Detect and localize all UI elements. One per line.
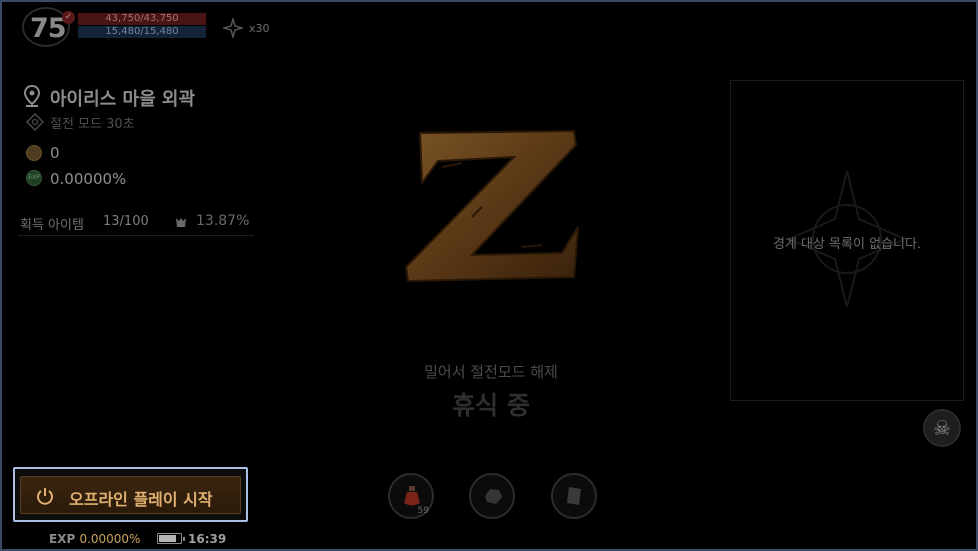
battery-fill bbox=[159, 535, 176, 542]
level-indicator[interactable]: 75 ✓ bbox=[22, 7, 75, 47]
potion-icon bbox=[401, 485, 423, 507]
crosshair-icon bbox=[221, 16, 245, 40]
offline-play-frame: 오프라인 플레이 시작 bbox=[13, 467, 248, 522]
coin-icon bbox=[26, 145, 42, 161]
game-screen: 75 ✓ 43,750/43,750 15,480/15,480 x30 아이리… bbox=[0, 0, 978, 551]
quick-slot-stone[interactable] bbox=[469, 473, 515, 519]
power-save-icon bbox=[25, 112, 45, 132]
skull-button[interactable]: ☠ bbox=[923, 409, 961, 447]
offline-play-button[interactable]: 오프라인 플레이 시작 bbox=[20, 476, 241, 514]
hp-bar: 43,750/43,750 bbox=[78, 13, 206, 25]
game-logo bbox=[402, 127, 582, 287]
battery-icon bbox=[157, 533, 185, 544]
acquired-items-count: 13/100 bbox=[103, 214, 149, 229]
power-icon bbox=[35, 486, 55, 506]
level-number: 75 bbox=[30, 13, 67, 44]
footer-exp-label: EXP bbox=[49, 532, 76, 546]
kill-count: x30 bbox=[249, 22, 270, 35]
clock: 16:39 bbox=[188, 532, 227, 546]
power-save-mode-text: 절전 모드 30초 bbox=[50, 117, 135, 132]
acquired-items-label: 획득 아이템 bbox=[20, 218, 84, 233]
weight-icon bbox=[174, 215, 188, 229]
quick-slot-scroll[interactable] bbox=[551, 473, 597, 519]
map-pin-icon bbox=[22, 84, 42, 108]
footer-exp: EXP 0.00000% bbox=[49, 532, 140, 546]
scroll-icon bbox=[564, 485, 586, 507]
acquired-items-row[interactable]: 획득 아이템 13/100 13.87% bbox=[18, 210, 254, 236]
exp-value: 0.00000% bbox=[50, 170, 127, 188]
stone-icon bbox=[482, 485, 504, 507]
mp-bar: 15,480/15,480 bbox=[78, 26, 206, 38]
potion-count: 59 bbox=[417, 506, 429, 516]
level-badge-icon: ✓ bbox=[62, 11, 75, 24]
footer-exp-value: 0.00000% bbox=[79, 532, 141, 546]
guard-empty-text: 경계 대상 목록이 없습니다. bbox=[772, 237, 922, 252]
quick-slot-potion[interactable]: 59 bbox=[388, 473, 434, 519]
exp-orb-icon: EXP bbox=[26, 170, 42, 186]
coin-value: 0 bbox=[50, 144, 60, 162]
guard-target-panel: 경계 대상 목록이 없습니다. bbox=[730, 80, 964, 401]
location-name: 아이리스 마을 외곽 bbox=[50, 89, 196, 110]
weight-percent: 13.87% bbox=[196, 213, 250, 229]
skull-icon: ☠ bbox=[933, 416, 951, 440]
offline-play-label: 오프라인 플레이 시작 bbox=[69, 490, 213, 509]
